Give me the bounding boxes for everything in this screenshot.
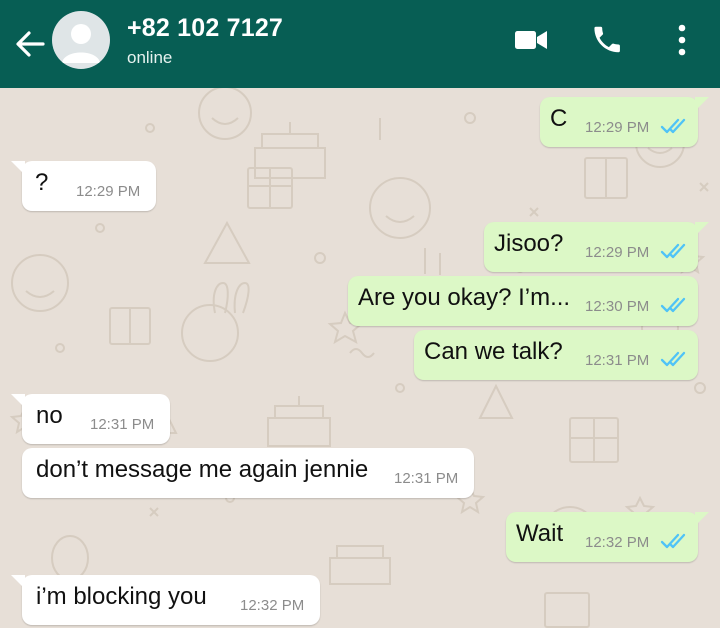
message-text: ? <box>35 169 49 196</box>
more-vert-icon <box>678 24 686 56</box>
message-bubble-outgoing[interactable]: Wait 12:32 PM <box>506 512 709 562</box>
message-bubble-incoming[interactable]: don’t message me again jennie 12:31 PM <box>22 448 474 498</box>
bubble-tail <box>11 394 25 408</box>
message-time: 12:29 PM <box>585 119 650 136</box>
message-bubble-incoming[interactable]: no 12:31 PM <box>11 394 170 444</box>
contact-name[interactable]: +82 102 7127 <box>127 14 283 43</box>
message-time: 12:30 PM <box>585 298 650 315</box>
video-call-button[interactable] <box>509 20 553 60</box>
message-bubble-outgoing[interactable]: Are you okay? I’m... 12:30 PM <box>348 276 698 326</box>
message-bubble-outgoing[interactable]: Jisoo? 12:29 PM <box>484 222 709 272</box>
bubble-tail <box>11 161 25 175</box>
read-receipt-icon <box>660 243 686 259</box>
message-text: Can we talk? <box>424 338 563 365</box>
message-bubble-outgoing[interactable]: Can we talk? 12:31 PM <box>414 330 698 380</box>
read-receipt-icon <box>660 533 686 549</box>
message-time: 12:32 PM <box>240 597 305 614</box>
message-time: 12:29 PM <box>76 183 141 200</box>
bubble-tail <box>11 575 25 589</box>
message-text: Are you okay? I’m... <box>358 284 571 311</box>
video-call-icon <box>515 31 547 49</box>
read-receipt-icon <box>660 118 686 134</box>
message-time: 12:31 PM <box>394 470 459 487</box>
message-bubble-outgoing[interactable]: C 12:29 PM <box>540 97 709 147</box>
message-time: 12:32 PM <box>585 534 650 551</box>
bubble-tail <box>695 222 709 236</box>
more-options-button[interactable] <box>660 20 704 60</box>
avatar-placeholder-icon <box>62 24 100 63</box>
message-text: Wait <box>516 520 564 547</box>
phone-icon <box>594 26 620 53</box>
message-text: don’t message me again jennie <box>36 456 369 483</box>
message-text: C <box>550 105 568 132</box>
chat-header: +82 102 7127 online <box>0 0 720 88</box>
read-receipt-icon <box>660 297 686 313</box>
avatar[interactable] <box>52 11 110 69</box>
back-button[interactable] <box>10 24 50 64</box>
message-bubble-incoming[interactable]: i’m blocking you 12:32 PM <box>11 575 320 625</box>
message-time: 12:31 PM <box>90 416 155 433</box>
message-text: Jisoo? <box>494 230 564 257</box>
bubble-tail <box>695 512 709 526</box>
voice-call-button[interactable] <box>584 20 628 60</box>
bubble-tail <box>695 97 709 111</box>
message-bubble-incoming[interactable]: ? 12:29 PM <box>11 161 156 211</box>
message-text: i’m blocking you <box>36 583 207 610</box>
back-arrow-icon <box>16 31 45 57</box>
message-time: 12:29 PM <box>585 244 650 261</box>
message-text: no <box>36 402 63 429</box>
read-receipt-icon <box>660 351 686 367</box>
contact-status: online <box>127 48 173 67</box>
message-time: 12:31 PM <box>585 352 650 369</box>
